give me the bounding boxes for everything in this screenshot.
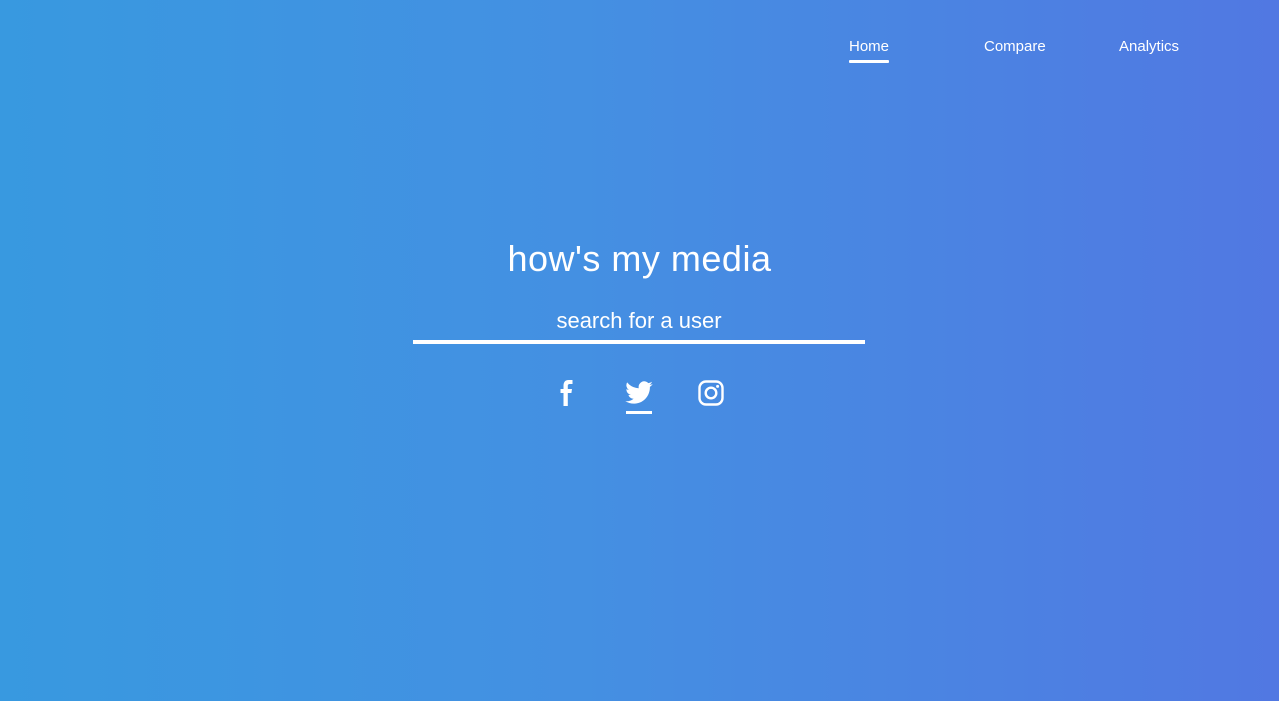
instagram-icon[interactable] bbox=[696, 378, 726, 414]
nav-home-link[interactable]: Home bbox=[849, 38, 889, 63]
search-input[interactable] bbox=[413, 306, 865, 344]
page-title: how's my media bbox=[507, 238, 772, 279]
nav-analytics-link[interactable]: Analytics bbox=[1119, 38, 1179, 55]
top-nav: Home Compare Analytics bbox=[0, 38, 1279, 68]
search-container bbox=[413, 306, 865, 344]
twitter-icon[interactable] bbox=[624, 378, 654, 414]
nav-compare-link[interactable]: Compare bbox=[984, 38, 1046, 55]
facebook-icon[interactable] bbox=[552, 378, 582, 414]
